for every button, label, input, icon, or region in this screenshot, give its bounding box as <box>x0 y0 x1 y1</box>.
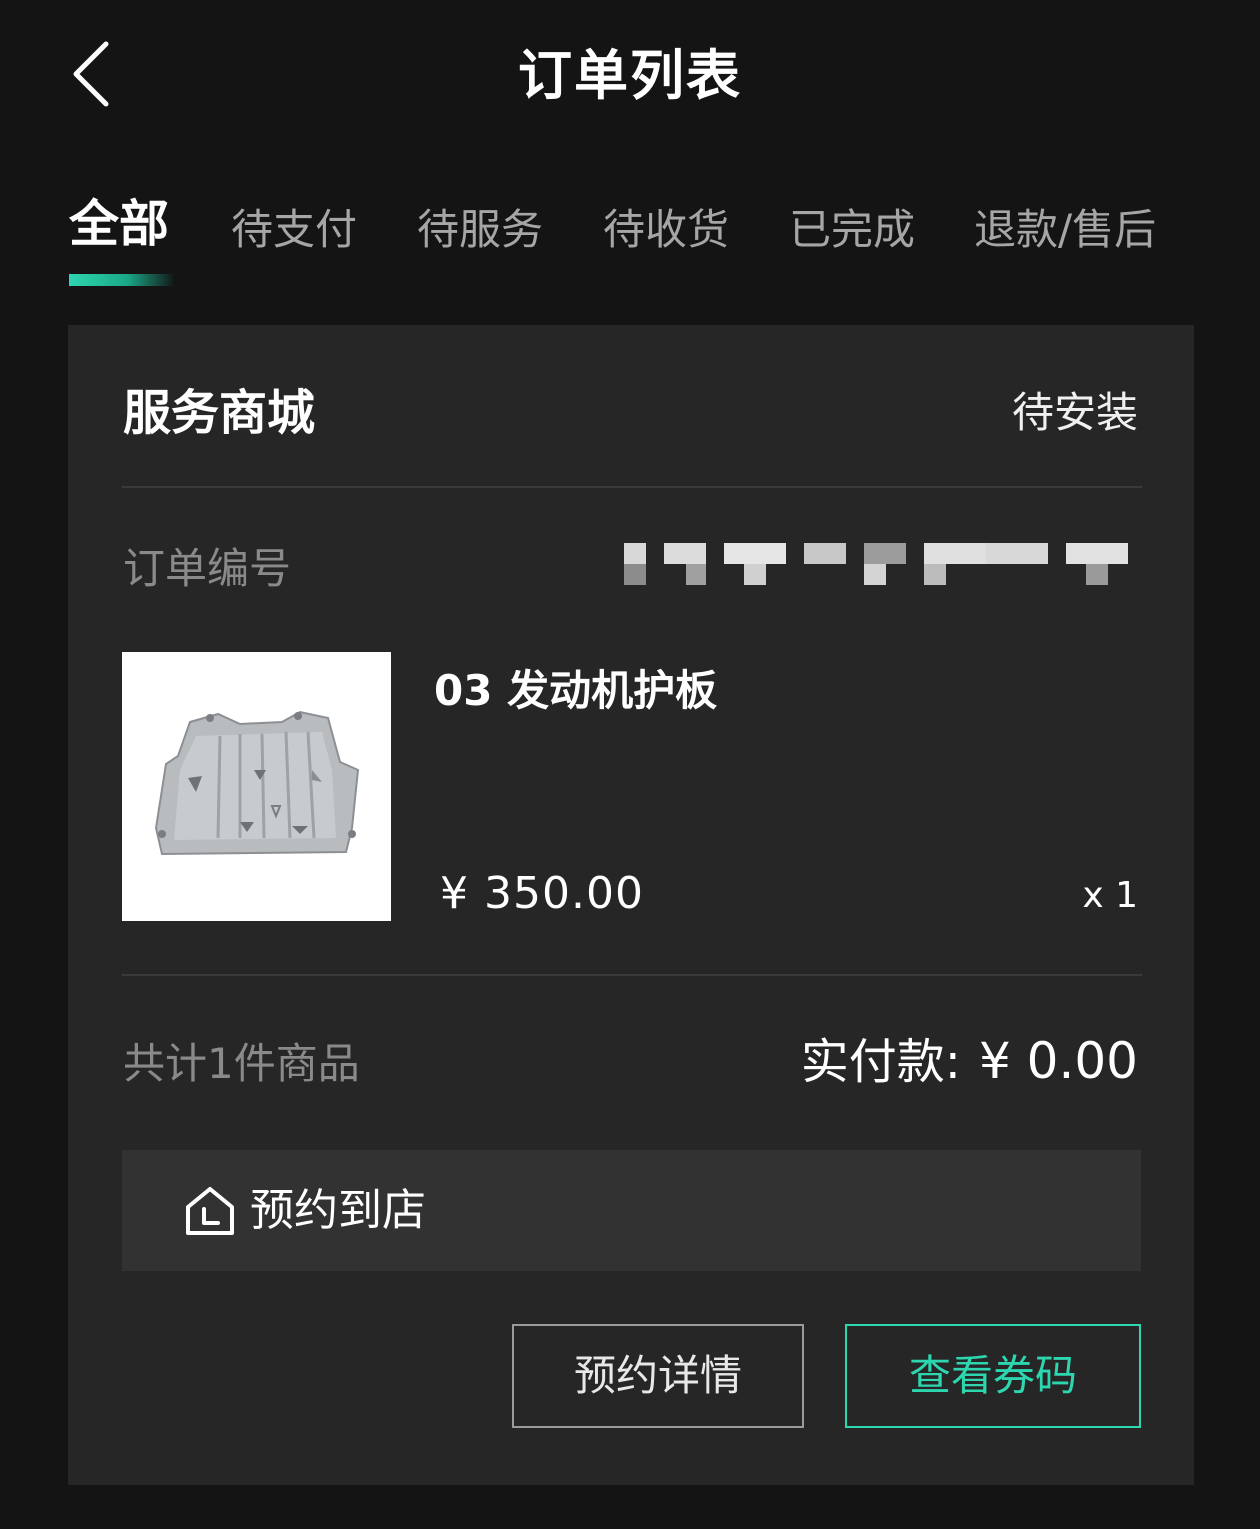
engine-skid-plate-image <box>122 652 391 921</box>
product-image[interactable] <box>122 652 391 921</box>
divider <box>122 974 1142 976</box>
tab-pending-service[interactable]: 待服务 <box>417 200 543 260</box>
order-number-label: 订单编号 <box>123 544 292 593</box>
tab-all[interactable]: 全部 <box>69 194 169 254</box>
page-title: 订单列表 <box>518 44 742 107</box>
order-tabs: 全部 待支付 待服务 待收货 已完成 退款/售后 <box>0 190 1260 300</box>
paid-label: 实付款: <box>800 1034 961 1090</box>
item-count: 共计1件商品 <box>123 1039 360 1088</box>
reserve-store-row[interactable]: 预约到店 <box>122 1150 1141 1271</box>
order-status: 待安装 <box>1011 388 1138 437</box>
active-tab-indicator <box>69 274 175 286</box>
store-home-icon <box>186 1187 234 1235</box>
paid-amount-row: 实付款: ¥ 0.00 <box>801 1027 1138 1096</box>
product-name[interactable]: 03 发动机护板 <box>434 661 717 721</box>
product-price: ¥ 350.00 <box>440 868 644 919</box>
view-coupon-code-button[interactable]: 查看券码 <box>845 1324 1141 1428</box>
tab-completed[interactable]: 已完成 <box>789 200 915 260</box>
order-card[interactable]: 服务商城 待安装 订单编号 03 发动机护板 ¥ 350.00 x 1 共计1件… <box>68 325 1194 1485</box>
paid-amount: ¥ 0.00 <box>978 1032 1138 1090</box>
product-quantity: x 1 <box>1082 875 1138 916</box>
reservation-details-button[interactable]: 预约详情 <box>512 1324 804 1428</box>
tab-pending-receipt[interactable]: 待收货 <box>603 200 729 260</box>
divider <box>122 486 1142 488</box>
tab-pending-payment[interactable]: 待支付 <box>231 200 357 260</box>
header-bar: 订单列表 <box>0 0 1260 150</box>
tab-refund-aftersale[interactable]: 退款/售后 <box>974 200 1156 260</box>
order-number-value-redacted <box>624 543 1130 585</box>
store-name: 服务商城 <box>123 385 316 441</box>
reserve-store-label: 预约到店 <box>250 1185 426 1236</box>
